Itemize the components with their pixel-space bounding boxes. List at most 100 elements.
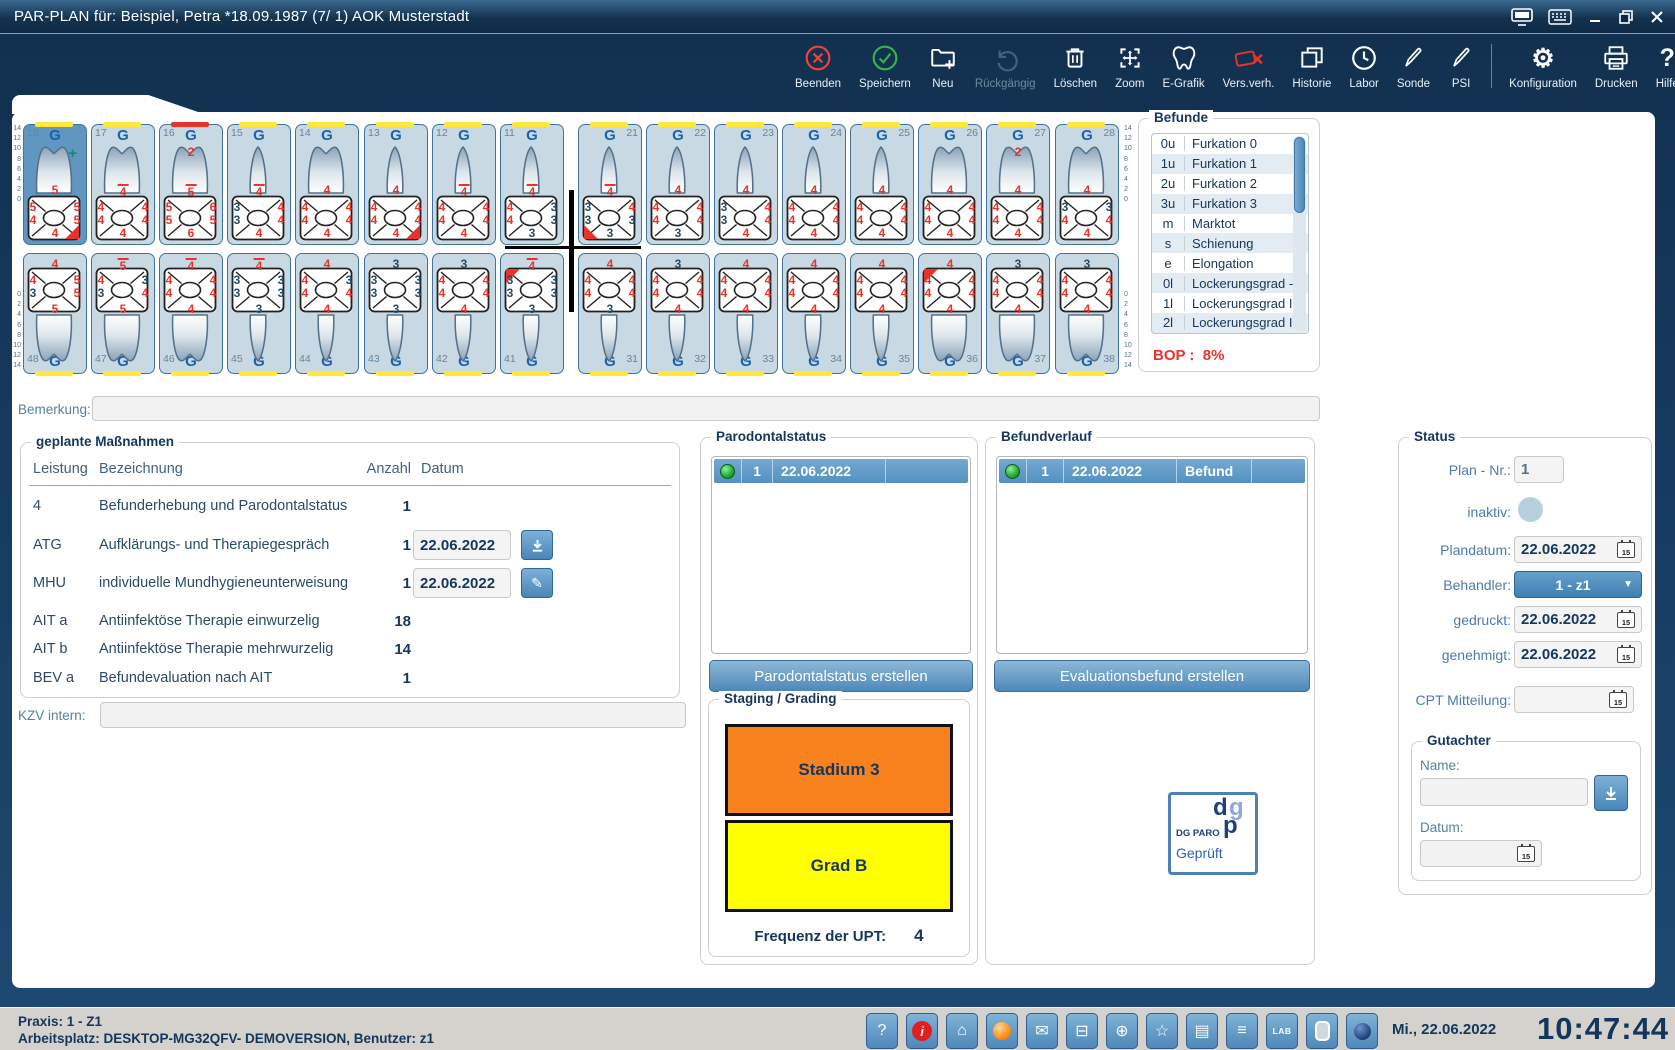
gedruckt-input[interactable]: 22.06.202215 [1514, 606, 1642, 633]
tooth-32[interactable]: 32G344444 [646, 253, 710, 374]
leistung-edit-button[interactable]: ✎ [521, 568, 553, 598]
tooth-48[interactable]: 48G443555 [23, 253, 87, 374]
tasks-button[interactable]: ≡ [1226, 1013, 1258, 1049]
tooth-35[interactable]: 35G444444 [850, 253, 914, 374]
toolbar-sonde[interactable]: Sonde [1388, 42, 1439, 90]
gutachter-datum-input[interactable]: 15 [1420, 840, 1542, 867]
toolbar-vers-verh[interactable]: Vers.verh. [1214, 42, 1284, 90]
scrollbar-thumb[interactable] [1294, 137, 1305, 213]
toolbar-psi[interactable]: PSI [1439, 42, 1483, 90]
close-button[interactable] [1649, 9, 1665, 25]
tooth-25[interactable]: 25G444444 [850, 124, 914, 245]
report-button[interactable]: ▤ [1186, 1013, 1218, 1049]
tooth-18[interactable]: 18G+554554 [23, 124, 87, 245]
tooth-26[interactable]: 26G444444 [918, 124, 982, 245]
toolbar-speichern[interactable]: Speichern [850, 42, 920, 90]
maximize-button[interactable] [1618, 9, 1634, 25]
tooth-22[interactable]: 22G444443 [646, 124, 710, 245]
tooth-23[interactable]: 23G433444 [714, 124, 778, 245]
tooth-42[interactable]: 42G344444 [432, 253, 496, 374]
cpt-mitteilung-input[interactable]: 15 [1514, 686, 1634, 713]
gutachter-download-button[interactable] [1594, 775, 1628, 811]
befunde-item-1u[interactable]: 1uFurkation 1 [1152, 154, 1308, 174]
tooth-12[interactable]: 12G444444 [432, 124, 496, 245]
tooth-46[interactable]: 46G444444 [159, 253, 223, 374]
befunde-item-s[interactable]: sSchienung [1152, 233, 1308, 253]
plan-nr-input[interactable]: 1 [1514, 456, 1564, 483]
tooth-36[interactable]: 36G444444 [918, 253, 982, 374]
toolbar-hilfe[interactable]: ?Hilfe [1647, 42, 1675, 90]
tooth-33[interactable]: 33G444444 [714, 253, 778, 374]
tooth-44[interactable]: 44G444344 [295, 253, 359, 374]
tooth-11[interactable]: 11G444333 [500, 124, 564, 245]
befunde-item-0l[interactable]: 0lLockerungsgrad - [1152, 273, 1308, 293]
befunde-item-0u[interactable]: 0uFurkation 0 [1152, 134, 1308, 154]
calendar-icon[interactable]: 15 [1617, 612, 1635, 628]
inaktiv-toggle[interactable] [1518, 497, 1543, 522]
plandatum-input[interactable]: 22.06.202215 [1514, 536, 1642, 563]
toolbar-drucken[interactable]: Drucken [1586, 42, 1647, 90]
gutachter-name-input[interactable] [1420, 778, 1588, 806]
toolbar-labor[interactable]: Labor [1340, 42, 1387, 90]
toolbar-l-schen[interactable]: Löschen [1045, 42, 1106, 90]
web-button[interactable]: ⊕ [1106, 1013, 1138, 1049]
calendar-icon[interactable]: 15 [1617, 542, 1635, 558]
befunde-item-2l[interactable]: 2lLockerungsgrad II [1152, 313, 1308, 333]
help-button[interactable]: ? [866, 1013, 898, 1049]
bemerkung-input[interactable] [92, 396, 1320, 421]
tooth-43[interactable]: 43G333333 [364, 253, 428, 374]
tooth-17[interactable]: 17G444444 [91, 124, 155, 245]
print-button[interactable]: ⊟ [1066, 1013, 1098, 1049]
calendar-icon[interactable]: 15 [1517, 846, 1535, 862]
tooth-38[interactable]: 38G344444 [1055, 253, 1119, 374]
favorites-button[interactable]: ☆ [1146, 1013, 1178, 1049]
tooth-41[interactable]: 41G433333 [500, 253, 564, 374]
tooth-14[interactable]: 14G444444 [295, 124, 359, 245]
befunde-item-2u[interactable]: 2uFurkation 2 [1152, 174, 1308, 194]
parodontalstatus-erstellen-button[interactable]: Parodontalstatus erstellen [709, 660, 973, 692]
evaluationsbefund-erstellen-button[interactable]: Evaluationsbefund erstellen [994, 660, 1310, 692]
tooth-45[interactable]: 45G433333 [227, 253, 291, 374]
befunde-item-1l[interactable]: 1lLockerungsgrad I [1152, 293, 1308, 313]
leistung-download-button[interactable] [521, 530, 553, 560]
befunde-scrollbar[interactable] [1293, 136, 1306, 331]
tooth-13[interactable]: 13G444444 [364, 124, 428, 245]
toolbar-konfiguration[interactable]: ⚙Konfiguration [1500, 42, 1586, 90]
befunde-item-3u[interactable]: 3uFurkation 3 [1152, 194, 1308, 214]
mail-button[interactable]: ✉ [1026, 1013, 1058, 1049]
keyboard-icon[interactable] [1548, 9, 1572, 25]
toolbar-historie[interactable]: Historie [1283, 42, 1340, 90]
assist-button[interactable] [986, 1013, 1018, 1049]
screen-icon[interactable] [1511, 8, 1533, 26]
tooth-21[interactable]: 21G433433 [578, 124, 642, 245]
toolbar-neu[interactable]: Neu [920, 42, 966, 90]
toolbar-e-grafik[interactable]: E-Grafik [1153, 42, 1213, 90]
befundverlauf-row[interactable]: 1 22.06.2022 Befund [999, 459, 1305, 483]
befunde-item-e[interactable]: eElongation [1152, 253, 1308, 273]
mouse-button[interactable] [1306, 1013, 1338, 1049]
globe-button[interactable] [1346, 1013, 1378, 1049]
minimize-button[interactable] [1587, 9, 1603, 25]
genehmigt-input[interactable]: 22.06.202215 [1514, 641, 1642, 668]
tooth-15[interactable]: 15G433444 [227, 124, 291, 245]
leistung-datum-input[interactable]: 22.06.2022 [413, 568, 511, 598]
tooth-27[interactable]: 27G2444444 [986, 124, 1050, 245]
leistung-datum-input[interactable]: 22.06.2022 [413, 530, 511, 560]
tooth-34[interactable]: 34G444444 [782, 253, 846, 374]
tooth-24[interactable]: 24G444444 [782, 124, 846, 245]
befunde-item-m[interactable]: mMarktot [1152, 214, 1308, 234]
toolbar-beenden[interactable]: Beenden [786, 42, 850, 90]
tooth-37[interactable]: 37G344444 [986, 253, 1050, 374]
tooth-47[interactable]: 47G543345 [91, 253, 155, 374]
kzv-input[interactable] [100, 702, 686, 728]
calendar-icon[interactable]: 15 [1609, 692, 1627, 708]
home-button[interactable]: ⌂ [946, 1013, 978, 1049]
calendar-icon[interactable]: 15 [1617, 647, 1635, 663]
toolbar-r-ckg-ngig[interactable]: Rückgängig [966, 42, 1045, 90]
info-button[interactable]: i [906, 1013, 938, 1049]
behandler-select[interactable]: 1 - z1 ▼ [1514, 571, 1642, 598]
tooth-16[interactable]: 16G2555656 [159, 124, 223, 245]
parodontalstatus-row[interactable]: 1 22.06.2022 [714, 459, 968, 483]
tooth-28[interactable]: 28G434344 [1055, 124, 1119, 245]
toolbar-zoom[interactable]: Zoom [1106, 42, 1153, 90]
